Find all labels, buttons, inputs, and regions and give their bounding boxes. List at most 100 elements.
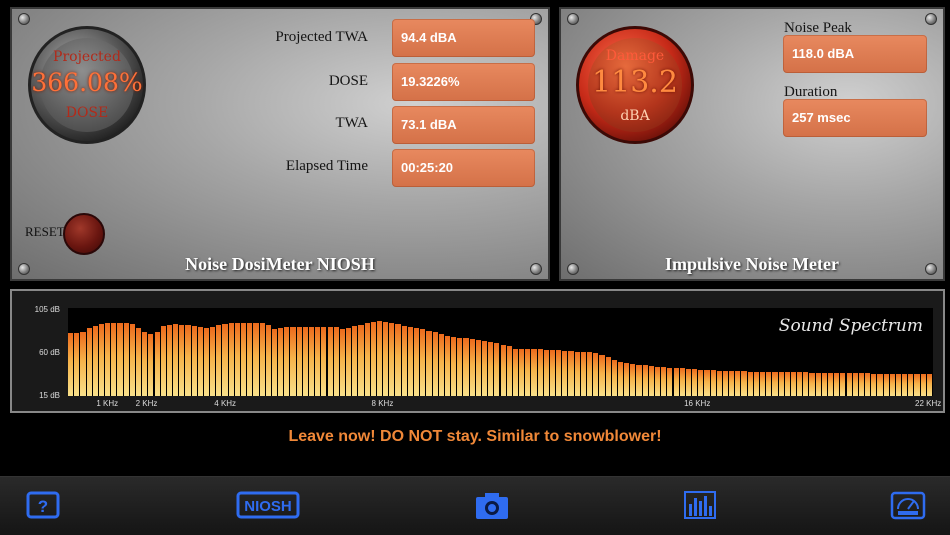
- x-tick-label: 16 KHz: [684, 399, 711, 408]
- twa-value: 73.1 dBA: [392, 106, 535, 144]
- spectrum-bar: [685, 368, 692, 396]
- spectrum-bar: [512, 349, 519, 396]
- spectrum-bar: [105, 322, 111, 396]
- spectrum-bar: [654, 366, 661, 396]
- spectrum-bar: [228, 322, 234, 396]
- reset-button[interactable]: [63, 213, 105, 255]
- spectrum-bar: [778, 371, 784, 396]
- spectrum-bar: [858, 372, 865, 396]
- spectrum-title: Sound Spectrum: [778, 316, 923, 336]
- spectrum-bar: [537, 349, 543, 396]
- dosimeter-panel: Projected 366.08% DOSE Projected TWA 94.…: [10, 7, 550, 281]
- spectrum-bar: [179, 324, 185, 396]
- spectrum-bar: [173, 323, 179, 396]
- y-tick-label: 105 dB: [34, 305, 60, 314]
- spectrum-bar: [253, 322, 259, 396]
- spectrum-bar: [865, 372, 871, 396]
- dose-value: 19.3226%: [392, 63, 535, 101]
- niosh-button[interactable]: NIOSH: [236, 490, 300, 525]
- spectrum-bar: [784, 371, 790, 396]
- spectrum-bar: [197, 326, 203, 396]
- spectrum-bar: [247, 322, 253, 396]
- spectrum-bar: [389, 322, 395, 396]
- spectrum-bar: [741, 370, 747, 396]
- impulse-title: Impulsive Noise Meter: [665, 254, 839, 274]
- bar-chart-icon: [684, 491, 716, 519]
- spectrum-bar: [895, 373, 902, 396]
- spectrum-bar: [278, 327, 284, 396]
- spectrum-bar: [661, 366, 667, 396]
- screw: [567, 13, 579, 25]
- niosh-icon: NIOSH: [236, 491, 300, 519]
- spectrum-bar: [747, 371, 753, 396]
- x-tick-label: 4 KHz: [214, 399, 237, 408]
- spectrum-bar: [438, 334, 444, 396]
- help-button[interactable]: ?: [26, 490, 60, 525]
- spectrum-bar: [729, 370, 735, 396]
- spectrum-bar: [129, 323, 135, 396]
- spectrum-bar: [766, 371, 772, 396]
- spectrum-bar: [506, 346, 512, 396]
- spectrum-bar: [111, 322, 117, 396]
- x-tick-label: 22 KHz: [915, 399, 942, 408]
- screw: [925, 13, 937, 25]
- impulse-panel: Damage 113.2 dBA Noise Peak 118.0 dBA Du…: [559, 7, 945, 281]
- sound-spectrum-chart: 105 dB 60 dB 15 dB Sound Spectrum 1 KHz 2…: [10, 289, 945, 413]
- camera-button[interactable]: [474, 490, 510, 525]
- spectrum-bar: [710, 369, 716, 396]
- spectrum-bar: [679, 367, 685, 396]
- spectrum-bar: [840, 372, 846, 396]
- spectrum-bar: [123, 322, 129, 396]
- spectrum-bar: [142, 332, 148, 396]
- spectrum-bar: [160, 325, 166, 396]
- projected-twa-value: 94.4 dBA: [392, 19, 535, 57]
- spectrum-bar: [98, 323, 105, 396]
- spectrum-bar: [519, 349, 525, 396]
- spectrum-bar: [908, 373, 914, 396]
- dose-gauge-value: 366.08%: [31, 68, 143, 97]
- projected-twa-label: Projected TWA: [275, 29, 368, 45]
- spectrum-bar: [370, 321, 376, 396]
- spectrum-bar: [364, 322, 370, 396]
- damage-gauge-value: 113.2: [592, 65, 678, 100]
- spectrum-bar: [296, 326, 302, 396]
- y-tick-label: 60 dB: [39, 348, 60, 357]
- spectrum-bar: [636, 364, 642, 396]
- gauge-caption-bottom: DOSE: [65, 105, 109, 121]
- meter-button[interactable]: [890, 490, 926, 525]
- spectrum-bar: [599, 354, 605, 396]
- spectrum-bar: [648, 365, 654, 396]
- spectrum-bar: [80, 332, 86, 396]
- spectrum-bar: [543, 350, 549, 396]
- help-icon: ?: [26, 491, 60, 519]
- spectrum-bar: [191, 325, 197, 396]
- spectrum-bar: [451, 337, 457, 396]
- spectrum-bar: [308, 326, 315, 396]
- spectrum-bar: [821, 372, 827, 396]
- spectrum-bar: [883, 373, 889, 396]
- spectrum-bar: [852, 372, 858, 396]
- spectrum-button[interactable]: [683, 490, 717, 525]
- spectrum-bar: [556, 350, 562, 396]
- spectrum-bar: [488, 342, 494, 396]
- spectrum-bar: [587, 352, 593, 396]
- spectrum-bar: [692, 368, 698, 396]
- spectrum-bar: [135, 327, 142, 396]
- spectrum-bar: [914, 373, 920, 396]
- spectrum-bar: [698, 369, 704, 396]
- spectrum-bar: [352, 325, 358, 396]
- screw: [18, 13, 30, 25]
- spectrum-bar: [722, 370, 729, 396]
- spectrum-bar: [395, 323, 401, 396]
- spectrum-bar: [877, 373, 883, 396]
- spectrum-bar: [376, 320, 383, 396]
- svg-text:?: ?: [38, 497, 48, 516]
- spectrum-bar: [846, 372, 852, 396]
- spectrum-bar: [148, 334, 154, 396]
- spectrum-bar: [562, 351, 568, 396]
- duration-value: 257 msec: [783, 99, 927, 137]
- spectrum-bar: [902, 373, 908, 396]
- spectrum-bar: [889, 373, 895, 396]
- x-tick-label: 8 KHz: [371, 399, 394, 408]
- spectrum-bar: [203, 327, 210, 396]
